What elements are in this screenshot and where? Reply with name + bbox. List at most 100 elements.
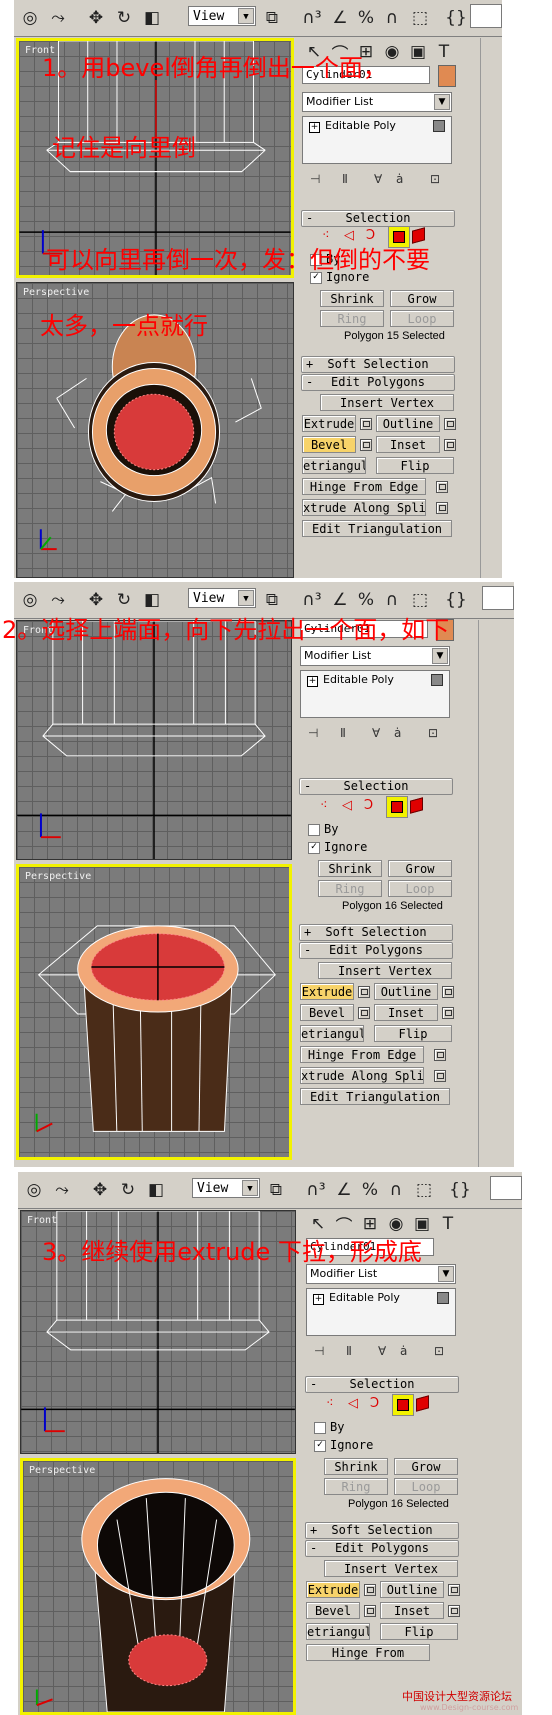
hinge-from-edge-button[interactable]: Hinge From xyxy=(306,1644,430,1661)
configure-sets-icon[interactable]: ⊡ xyxy=(434,1344,444,1358)
mirror-icon[interactable]: {} xyxy=(444,588,468,612)
spinner-snap-icon[interactable]: ∩ xyxy=(384,1178,408,1202)
selection-rollout[interactable]: - Selection xyxy=(299,778,453,795)
outline-settings-icon[interactable] xyxy=(444,418,456,430)
vertex-icon[interactable]: ⁖ xyxy=(322,228,330,243)
modifier-list-dropdown[interactable]: Modifier List ▼ xyxy=(306,1264,456,1284)
expand-icon[interactable]: + xyxy=(309,122,320,133)
insert-vertex-button[interactable]: Insert Vertex xyxy=(324,1560,458,1577)
ring-button[interactable]: Ring xyxy=(320,310,384,327)
extrude-along-settings-icon[interactable] xyxy=(436,502,448,514)
spinner-snap-icon[interactable]: ∩ xyxy=(380,6,404,30)
inset-button[interactable]: Inset xyxy=(380,1602,444,1619)
element-icon[interactable] xyxy=(410,797,423,814)
remove-modifier-icon[interactable]: ȧ xyxy=(396,172,403,186)
utilities-tab-icon[interactable]: T xyxy=(432,40,456,64)
select-object-icon[interactable]: ◎ xyxy=(18,6,42,30)
extrude-along-settings-icon[interactable] xyxy=(434,1070,446,1082)
pin-stack-icon[interactable]: ⊣ xyxy=(308,726,318,740)
modify-tab-icon[interactable]: ⌒ xyxy=(332,1212,356,1237)
motion-tab-icon[interactable]: ◉ xyxy=(384,1212,408,1236)
edit-triangulation-button[interactable]: Edit Triangulation xyxy=(302,520,452,537)
remove-modifier-icon[interactable]: ȧ xyxy=(400,1344,407,1358)
edit-polygons-rollout[interactable]: - Edit Polygons xyxy=(301,374,455,391)
shrink-button[interactable]: Shrink xyxy=(318,860,382,877)
outline-button[interactable]: Outline xyxy=(376,415,440,432)
move-icon[interactable]: ✥ xyxy=(84,6,108,30)
show-end-result-icon[interactable]: Ⅱ xyxy=(342,172,348,186)
edge-icon[interactable]: ◁ xyxy=(342,798,352,813)
edge-icon[interactable]: ◁ xyxy=(348,1396,358,1411)
modifier-stack[interactable]: + Editable Poly xyxy=(306,1288,456,1336)
grow-button[interactable]: Grow xyxy=(388,860,452,877)
bevel-settings-icon[interactable] xyxy=(360,439,372,451)
scale-icon[interactable]: ◧ xyxy=(140,588,164,612)
display-tab-icon[interactable]: ▣ xyxy=(410,1212,434,1236)
named-sets-icon[interactable]: ⬚ xyxy=(408,588,432,612)
scale-icon[interactable]: ◧ xyxy=(140,6,164,30)
element-icon[interactable] xyxy=(412,227,425,244)
select-region-icon[interactable]: ⤳ xyxy=(46,6,70,30)
stack-toggle-icon[interactable] xyxy=(433,120,445,132)
bevel-button[interactable]: Bevel xyxy=(300,1004,354,1021)
soft-selection-rollout[interactable]: + Soft Selection xyxy=(301,356,455,373)
outline-settings-icon[interactable] xyxy=(442,986,454,998)
extrude-settings-icon[interactable] xyxy=(358,986,370,998)
panel-scroll-strip[interactable] xyxy=(480,38,497,578)
make-unique-icon[interactable]: ∀ xyxy=(374,172,382,186)
flip-button[interactable]: Flip xyxy=(376,457,454,474)
configure-sets-icon[interactable]: ⊡ xyxy=(430,172,440,186)
stack-item-editable-poly[interactable]: Editable Poly xyxy=(323,673,394,686)
pivot-icon[interactable]: ⧉ xyxy=(264,1178,288,1202)
soft-selection-rollout[interactable]: + Soft Selection xyxy=(299,924,453,941)
polygon-icon[interactable] xyxy=(392,1394,414,1416)
pin-stack-icon[interactable]: ⊣ xyxy=(310,172,320,186)
edit-triangulation-button[interactable]: Edit Triangulation xyxy=(300,1088,450,1105)
outline-settings-icon[interactable] xyxy=(448,1584,460,1596)
hinge-from-edge-button[interactable]: Hinge From Edge xyxy=(302,478,426,495)
named-sets-icon[interactable]: ⬚ xyxy=(408,6,432,30)
inset-settings-icon[interactable] xyxy=(442,1007,454,1019)
modifier-stack[interactable]: + Editable Poly xyxy=(300,670,450,718)
shrink-button[interactable]: Shrink xyxy=(324,1458,388,1475)
inset-settings-icon[interactable] xyxy=(448,1605,460,1617)
percent-snap-icon[interactable]: % xyxy=(354,6,378,30)
inset-settings-icon[interactable] xyxy=(444,439,456,451)
perspective-viewport[interactable]: Perspective xyxy=(20,1458,296,1715)
select-region-icon[interactable]: ⤳ xyxy=(50,1178,74,1202)
expand-icon[interactable]: + xyxy=(313,1294,324,1305)
flip-button[interactable]: Flip xyxy=(380,1623,458,1640)
make-unique-icon[interactable]: ∀ xyxy=(372,726,380,740)
rotate-icon[interactable]: ↻ xyxy=(116,1178,140,1202)
mirror-icon[interactable]: {} xyxy=(448,1178,472,1202)
select-object-icon[interactable]: ◎ xyxy=(18,588,42,612)
hinge-settings-icon[interactable] xyxy=(436,481,448,493)
border-icon[interactable]: Ↄ xyxy=(366,228,375,243)
make-unique-icon[interactable]: ∀ xyxy=(378,1344,386,1358)
pivot-icon[interactable]: ⧉ xyxy=(260,6,284,30)
by-vertex-checkbox[interactable] xyxy=(314,1422,326,1434)
grow-button[interactable]: Grow xyxy=(390,290,454,307)
extrude-settings-icon[interactable] xyxy=(364,1584,376,1596)
rotate-icon[interactable]: ↻ xyxy=(112,588,136,612)
pin-stack-icon[interactable]: ⊣ xyxy=(314,1344,324,1358)
polygon-icon[interactable] xyxy=(386,796,408,818)
insert-vertex-button[interactable]: Insert Vertex xyxy=(318,962,452,979)
loop-button[interactable]: Loop xyxy=(394,1478,458,1495)
ignore-backfacing-checkbox[interactable]: ✓ xyxy=(314,1440,326,1452)
polygon-icon[interactable] xyxy=(388,226,410,248)
soft-selection-rollout[interactable]: + Soft Selection xyxy=(305,1522,459,1539)
select-object-icon[interactable]: ◎ xyxy=(22,1178,46,1202)
ring-button[interactable]: Ring xyxy=(318,880,382,897)
bevel-settings-icon[interactable] xyxy=(358,1007,370,1019)
move-icon[interactable]: ✥ xyxy=(88,1178,112,1202)
object-color-swatch[interactable] xyxy=(438,65,456,87)
snap-toggle-icon[interactable]: ∩³ xyxy=(300,588,324,612)
edit-polygons-rollout[interactable]: - Edit Polygons xyxy=(299,942,453,959)
selection-rollout[interactable]: - Selection xyxy=(305,1376,459,1393)
ring-button[interactable]: Ring xyxy=(324,1478,388,1495)
retriangulate-button[interactable]: etriangula xyxy=(300,1025,364,1042)
border-icon[interactable]: Ↄ xyxy=(364,798,373,813)
shrink-button[interactable]: Shrink xyxy=(320,290,384,307)
stack-item-editable-poly[interactable]: Editable Poly xyxy=(329,1291,400,1304)
